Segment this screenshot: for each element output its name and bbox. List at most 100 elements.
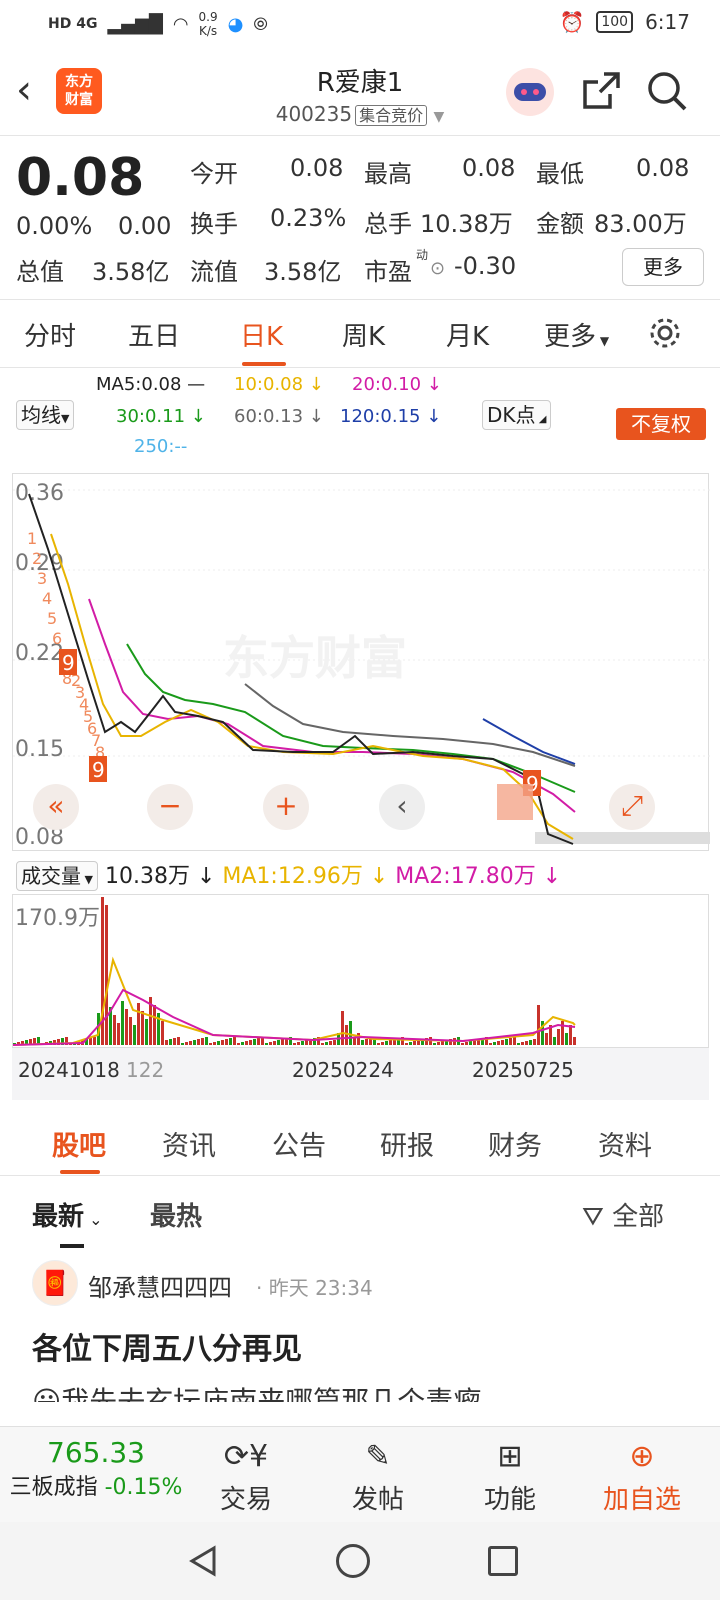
volume-bar [521, 1042, 524, 1045]
tab-weekly-k[interactable]: 周K [342, 316, 385, 353]
volume-chart[interactable]: 170.9万 [12, 894, 709, 1048]
status-bar: HD 4G ▂▄▆█ ◠ 0.9 K/s ◕ ⦾ ⏰ 100 6:17 [0, 0, 720, 48]
ma-legend: MA5:0.08 — 10:0.08 ↓ 20:0.10 ↓ 均线▼ 30:0.… [0, 370, 720, 465]
nav-add-watchlist[interactable]: ⊕ 加自选 [582, 1435, 702, 1516]
td-count-mark: 2 [32, 549, 42, 568]
volume-bar [493, 1042, 496, 1045]
tab-forum[interactable]: 股吧 [52, 1124, 106, 1163]
tab-finance[interactable]: 财务 [488, 1124, 542, 1163]
volume-bar [217, 1041, 220, 1045]
chevron-down-icon: ⌄ [84, 1210, 103, 1229]
pe-value: -0.30 [454, 252, 517, 280]
tab-news[interactable]: 资讯 [162, 1124, 216, 1163]
volume-bar [293, 1043, 296, 1045]
ma30-label: 30:0.11 ↓ [116, 406, 206, 427]
scroll-left-icon[interactable]: ‹ [379, 784, 425, 830]
active-tab-underline [242, 362, 286, 366]
volume-bar [509, 1038, 512, 1045]
volume-bar [269, 1042, 272, 1045]
volume-bar [281, 1039, 284, 1045]
volume-indicator-dropdown[interactable]: 成交量 ▼ [16, 861, 98, 891]
chart-period-tabs: 分时 五日 日K 周K 月K 更多 ▼ [0, 300, 720, 368]
volume-bar [345, 1025, 348, 1045]
volume-svg: 170.9万 [12, 897, 576, 1046]
avg-line-dropdown[interactable]: 均线▼ [16, 400, 75, 430]
net-speed: 0.9 K/s [198, 10, 218, 38]
open-label: 今开 [190, 160, 238, 188]
share-icon[interactable] [580, 70, 622, 116]
volume-bar [409, 1042, 412, 1045]
td-count-mark: 3 [37, 569, 47, 588]
date-axis: 20241018 122 20250224 20250725 [12, 1048, 709, 1100]
stock-code: 400235 [275, 102, 353, 126]
network-indicator: HD 4G [48, 16, 98, 32]
fast-back-icon[interactable]: « [33, 784, 79, 830]
quote-panel: 0.08 0.00% 0.00 今开 0.08 最高 0.08 最低 0.08 … [0, 140, 720, 300]
low-value: 0.08 [636, 154, 690, 182]
tab-more[interactable]: 更多 ▼ [544, 316, 609, 353]
zoom-out-icon[interactable]: − [147, 784, 193, 830]
fullscreen-icon[interactable]: ⤢ [609, 784, 655, 830]
nav-functions[interactable]: ⊞ 功能 [450, 1435, 570, 1516]
mktcap-label: 总值 [16, 258, 64, 286]
filter-hot[interactable]: 最热 [150, 1196, 202, 1233]
volume-bar [297, 1042, 300, 1045]
home-circle-icon[interactable] [336, 1544, 370, 1578]
zoom-in-icon[interactable]: + [263, 784, 309, 830]
amount-label: 金额 [536, 210, 584, 238]
volume-bar [197, 1039, 200, 1045]
system-navigation-bar [0, 1522, 720, 1600]
dk-point-dropdown[interactable]: DK点 ◢ [482, 400, 552, 430]
post-time: · 昨天 23:34 [256, 1276, 373, 1300]
chevron-down-icon[interactable]: ▼ [433, 109, 444, 125]
volume-bar [333, 1040, 336, 1045]
tab-daily-k[interactable]: 日K [240, 316, 283, 353]
watermark: 东方财富 [223, 631, 407, 685]
volume-bar [237, 1043, 240, 1045]
volume-bar [137, 1003, 140, 1045]
post-author[interactable]: 邹承慧四四四 [88, 1268, 232, 1303]
assistant-robot-icon[interactable] [506, 68, 554, 116]
volume-bar [461, 1043, 464, 1045]
edit-icon: ✎ [365, 1439, 391, 1474]
auction-tag[interactable]: 集合竞价 [355, 105, 428, 126]
post-title[interactable]: 各位下周五八分再见 [32, 1324, 302, 1368]
post-preview[interactable]: 😀我先去玄坛庙南来哪篇那几个毒瘤 [32, 1380, 481, 1402]
adjust-mode-button[interactable]: 不复权 [616, 408, 706, 440]
more-quote-button[interactable]: 更多 [622, 248, 704, 286]
volume-bar [277, 1040, 280, 1045]
volume-bar [573, 1037, 576, 1045]
caret-down-icon: ▼ [596, 334, 610, 348]
volume-bar [257, 1038, 260, 1045]
tab-five-day[interactable]: 五日 [128, 316, 180, 353]
ma10-label: 10:0.08 ↓ [234, 374, 324, 395]
clock: 6:17 [645, 10, 690, 34]
tab-profile[interactable]: 资料 [598, 1124, 652, 1163]
recents-square-icon[interactable] [488, 1546, 518, 1576]
last-price: 0.08 [16, 148, 145, 208]
info-icon[interactable]: ⊙ [430, 258, 445, 279]
search-icon[interactable] [646, 70, 688, 116]
volume-bar [565, 1033, 568, 1045]
settings-gear-icon[interactable] [646, 314, 684, 356]
volume-bar [193, 1040, 196, 1045]
avatar[interactable]: 🧧 [32, 1260, 78, 1306]
tab-announcements[interactable]: 公告 [272, 1124, 326, 1163]
td-count-mark: 4 [42, 589, 52, 608]
candlestick-chart[interactable]: 东方财富 0.36 0.29 0.22 0.15 0.08 1234567823… [12, 473, 710, 851]
recent-count-mark [497, 784, 533, 820]
index-widget[interactable]: 765.33 三板成指 -0.15% [6, 1433, 186, 1503]
volume-bar [533, 1039, 536, 1045]
volume-bar [321, 1043, 324, 1045]
tab-research[interactable]: 研报 [380, 1124, 434, 1163]
filter-latest[interactable]: 最新 ⌄ [32, 1196, 103, 1233]
tab-intraday[interactable]: 分时 [24, 316, 76, 353]
back-triangle-icon[interactable] [186, 1544, 220, 1582]
amount-value: 83.00万 [594, 210, 687, 238]
nav-trade[interactable]: ⟳¥ 交易 [186, 1435, 306, 1516]
tab-monthly-k[interactable]: 月K [446, 316, 489, 353]
filter-all[interactable]: ⛛ 全部 [582, 1196, 664, 1233]
nav-post[interactable]: ✎ 发帖 [318, 1435, 438, 1516]
turnover-label: 换手 [190, 210, 238, 238]
yuan-circle-icon: ⟳¥ [223, 1439, 269, 1474]
